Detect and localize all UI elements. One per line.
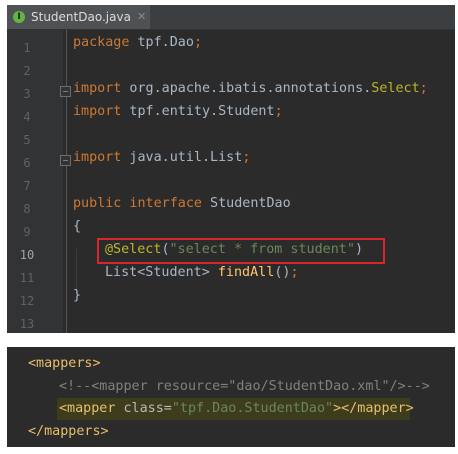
tab-bar: I StudentDao.java ✕ [7,5,455,30]
code-line-3[interactable]: import org.apache.ibatis.annotations.Sel… [73,78,428,100]
line-number: 11 [19,271,35,285]
line-number: 2 [23,64,31,78]
code-editor: I StudentDao.java ✕ 1 2 3 4 5 6 7 8 9 10… [7,5,455,333]
fold-toggle-icon[interactable]: − [60,86,71,97]
interface-file-icon: I [13,11,25,23]
code-line-9[interactable]: { [73,216,81,238]
line-number: 7 [23,179,31,193]
code-line-4[interactable]: import tpf.entity.Student; [73,101,283,123]
xml-line-2[interactable]: <!--<mapper resource="dao/StudentDao.xml… [59,376,430,398]
code-line-8[interactable]: public interface StudentDao [73,193,291,215]
xml-line-4[interactable]: </mappers> [28,421,109,443]
annotation-highlight-box [97,238,385,264]
line-number: 3 [23,87,31,101]
line-number: 1 [23,41,31,55]
code-line-12[interactable]: } [73,285,81,307]
line-number-gutter: 1 2 3 4 5 6 7 8 9 10 11 12 13 [7,30,63,333]
xml-line-1[interactable]: <mappers> [28,353,101,375]
xml-snippet-panel: <mappers> <!--<mapper resource="dao/Stud… [7,347,455,447]
code-line-6[interactable]: import java.util.List; [73,147,250,169]
line-number: 8 [23,202,31,216]
gutter-divider [66,30,67,333]
line-number: 9 [23,225,31,239]
code-line-11[interactable]: List<Student> findAll(); [105,262,299,284]
line-number-current: 10 [19,248,35,262]
fold-toggle-icon[interactable]: − [60,155,71,166]
code-line-1[interactable]: package tpf.Dao; [73,32,202,54]
tab-title: StudentDao.java [31,10,131,24]
line-number: 12 [19,294,35,308]
xml-line-3[interactable]: <mapper class="tpf.Dao.StudentDao"></map… [59,398,414,420]
line-number: 6 [23,156,31,170]
line-number: 5 [23,133,31,147]
tab-studentdao-java[interactable]: I StudentDao.java ✕ [7,5,150,29]
line-number: 13 [19,317,35,331]
close-icon[interactable]: ✕ [137,5,146,29]
line-number: 4 [23,110,31,124]
